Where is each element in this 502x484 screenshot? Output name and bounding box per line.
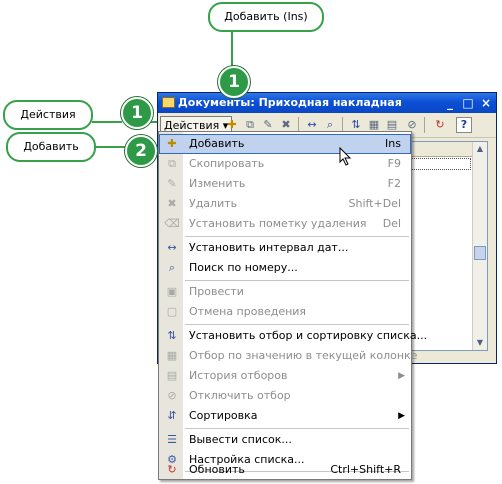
step-badge-1-top: 1	[218, 66, 250, 98]
copy-icon: ⧉	[168, 157, 176, 170]
mouse-cursor-icon	[339, 147, 352, 166]
mark-delete-icon: ⌫	[164, 217, 180, 230]
menu-item-label: История отборов	[189, 369, 288, 382]
callout-add-ins: Добавить (Ins)	[208, 2, 324, 32]
menu-item-label: Установить пометку удаления	[189, 217, 367, 230]
menu-item-filter-sort[interactable]: ⇅ Установить отбор и сортировку списка..…	[159, 326, 427, 346]
step-badge-1-actions: 1	[121, 97, 153, 129]
menu-item-shortcut: F2	[387, 177, 401, 190]
window-title: Документы: Приходная накладная	[178, 96, 402, 109]
help-icon[interactable]: ?	[456, 117, 472, 133]
callout-actions: Действия	[3, 100, 93, 130]
submenu-arrow-icon: ▶	[398, 411, 405, 421]
menu-separator	[185, 428, 409, 429]
menu-item-filter-history[interactable]: ▤ История отборов ▶	[159, 366, 411, 386]
vertical-scrollbar[interactable]: ▲ ▼	[472, 142, 487, 350]
menu-item-unpost[interactable]: ▢ Отмена проведения	[159, 302, 411, 322]
menu-item-copy[interactable]: ⧉ Скопировать F9	[159, 154, 411, 174]
add-icon: ✚	[167, 137, 177, 150]
menu-item-print-list[interactable]: ☰ Вывести список...	[159, 430, 411, 450]
menu-item-label: Обновить	[189, 463, 245, 476]
document-icon	[162, 97, 175, 108]
menu-item-label: Сортировка	[189, 409, 258, 422]
menu-item-label: Скопировать	[189, 157, 265, 170]
maximize-button[interactable]: □	[460, 95, 476, 111]
menu-item-filter-value[interactable]: ▦ Отбор по значению в текущей колонке	[159, 346, 418, 366]
menu-item-shortcut: F9	[387, 157, 401, 170]
menu-item-sort[interactable]: ⇵ Сортировка ▶	[159, 406, 411, 426]
menu-item-shortcut: Del	[382, 217, 401, 230]
menu-item-shortcut: Shift+Del	[348, 197, 401, 210]
close-button[interactable]: ×	[478, 95, 494, 111]
menu-item-label: Изменить	[189, 177, 246, 190]
menu-item-label: Отбор по значению в текущей колонке	[189, 349, 418, 362]
title-bar[interactable]: Документы: Приходная накладная _ □ ×	[158, 93, 496, 113]
menu-item-label: Удалить	[189, 197, 238, 210]
toolbar-separator	[424, 117, 425, 133]
scroll-thumb[interactable]	[474, 246, 486, 260]
menu-item-label: Отмена проведения	[189, 305, 307, 318]
print-list-icon: ☰	[167, 433, 177, 446]
menu-item-shortcut: Ins	[385, 137, 401, 150]
menu-item-mark-delete[interactable]: ⌫ Установить пометку удаления Del	[159, 214, 411, 234]
menu-item-date-interval[interactable]: ↔ Установить интервал дат...	[159, 238, 411, 258]
sort-icon: ⇵	[167, 409, 177, 422]
step-badge-2-add: 2	[125, 135, 157, 167]
refresh-icon: ↻	[167, 463, 177, 476]
menu-item-shortcut: Ctrl+Shift+R	[330, 463, 401, 476]
menu-item-refresh[interactable]: ↻ Обновить Ctrl+Shift+R	[159, 462, 411, 478]
filter-value-icon: ▦	[166, 349, 178, 362]
edit-icon: ✎	[167, 177, 177, 190]
refresh-icon[interactable]: ↻	[432, 117, 448, 133]
menu-item-label: Установить отбор и сортировку списка...	[189, 329, 428, 342]
menu-item-label: Вывести список...	[189, 433, 292, 446]
scroll-down-icon[interactable]: ▼	[473, 336, 487, 350]
menu-item-label: Установить интервал дат...	[189, 241, 349, 254]
menu-separator	[185, 236, 409, 237]
menu-item-search-number[interactable]: ⌕ Поиск по номеру...	[159, 258, 411, 278]
menu-item-post[interactable]: ▣ Провести	[159, 282, 411, 302]
menu-item-label: Отключить отбор	[189, 389, 291, 402]
post-icon: ▣	[166, 285, 178, 298]
date-interval-icon: ↔	[167, 241, 177, 254]
delete-icon: ✖	[167, 197, 177, 210]
actions-dropdown-menu: ✚ Добавить Ins ⧉ Скопировать F9 ✎ Измени…	[158, 131, 427, 480]
menu-item-add[interactable]: ✚ Добавить Ins	[159, 134, 411, 154]
submenu-arrow-icon: ▶	[398, 371, 405, 381]
menu-item-label: Поиск по номеру...	[189, 261, 298, 274]
menu-item-label: Добавить	[189, 137, 245, 150]
scroll-up-icon[interactable]: ▲	[473, 142, 487, 156]
search-number-icon: ⌕	[168, 261, 176, 274]
minimize-button[interactable]: _	[442, 95, 458, 111]
menu-separator	[185, 324, 409, 325]
filter-off-icon: ⊘	[167, 389, 177, 402]
callout-add: Добавить	[6, 132, 96, 162]
menu-item-label: Провести	[189, 285, 244, 298]
filter-sort-icon: ⇅	[167, 329, 177, 342]
unpost-icon: ▢	[166, 305, 178, 318]
menu-item-filter-off[interactable]: ⊘ Отключить отбор	[159, 386, 411, 406]
filter-history-icon: ▤	[166, 369, 178, 382]
menu-item-edit[interactable]: ✎ Изменить F2	[159, 174, 411, 194]
menu-item-delete[interactable]: ✖ Удалить Shift+Del	[159, 194, 411, 214]
menu-separator	[185, 280, 409, 281]
